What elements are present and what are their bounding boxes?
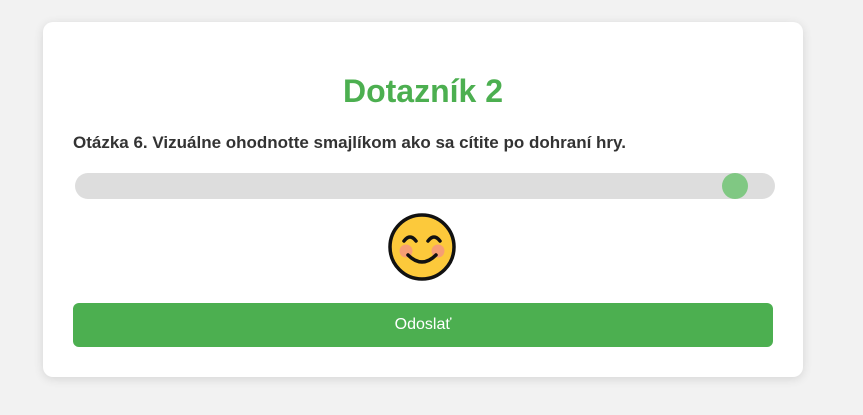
submit-button[interactable]: Odoslať (73, 303, 773, 347)
questionnaire-card: Dotazník 2 Otázka 6. Vizuálne ohodnotte … (43, 22, 803, 377)
slider-track[interactable] (75, 173, 775, 199)
slider-thumb[interactable] (722, 173, 749, 199)
page-title: Dotazník 2 (342, 73, 504, 109)
mood-slider[interactable] (75, 173, 775, 199)
question-text: Otázka 6. Vizuálne ohodnotte smajlíkom a… (73, 133, 626, 152)
smiling-face-icon (388, 213, 456, 281)
